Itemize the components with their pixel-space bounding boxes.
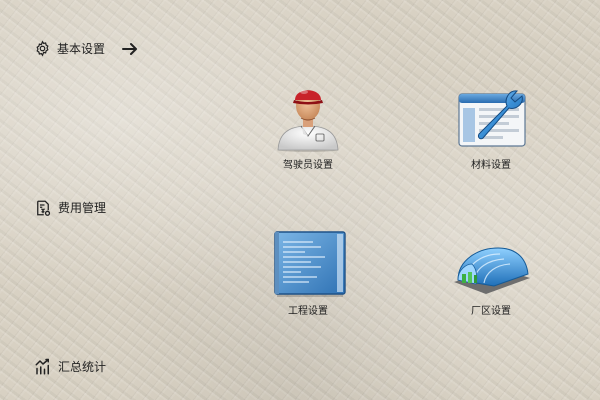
- chart-icon: [34, 358, 52, 376]
- sidebar-item-basic-settings[interactable]: 基本设置: [34, 40, 139, 57]
- tile-label: 材料设置: [471, 160, 511, 171]
- sidebar-item-fee-management[interactable]: 费用管理: [34, 199, 106, 217]
- tile-label: 厂区设置: [471, 306, 511, 317]
- blueprint-icon: [265, 226, 351, 298]
- material-settings-tile[interactable]: 材料设置: [441, 80, 541, 171]
- tile-label: 工程设置: [288, 306, 328, 317]
- sidebar-item-summary-statistics[interactable]: 汇总统计: [34, 358, 106, 376]
- driver-icon: [265, 80, 351, 152]
- sidebar-item-label: 费用管理: [58, 201, 107, 215]
- fee-document-icon: [34, 199, 52, 217]
- sidebar-item-label: 基本设置: [57, 41, 106, 56]
- tile-label: 驾驶员设置: [283, 160, 333, 171]
- gear-icon: [34, 40, 51, 57]
- hangar-icon: [448, 226, 534, 298]
- sidebar-item-label: 汇总统计: [58, 360, 107, 374]
- arrow-right-icon: [121, 42, 139, 56]
- wrench-window-icon: [448, 80, 534, 152]
- project-settings-tile[interactable]: 工程设置: [258, 226, 358, 317]
- driver-settings-tile[interactable]: 驾驶员设置: [258, 80, 358, 171]
- plant-area-settings-tile[interactable]: 厂区设置: [441, 226, 541, 317]
